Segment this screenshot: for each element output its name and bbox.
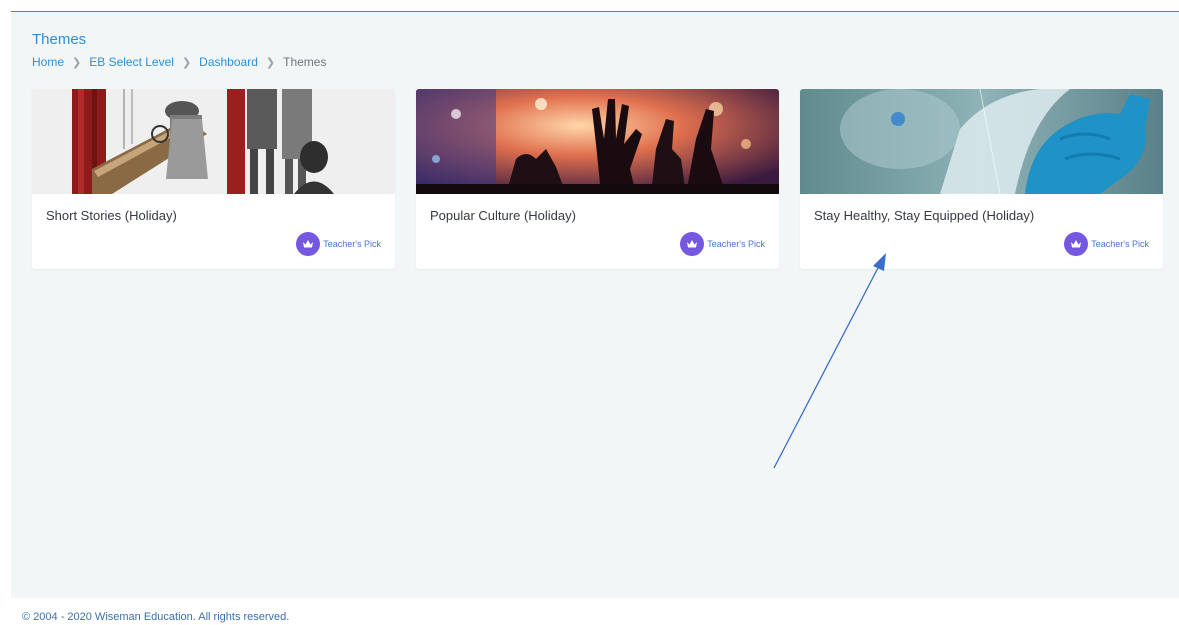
breadcrumb-eb-select-level[interactable]: EB Select Level (89, 55, 174, 69)
card-title: Stay Healthy, Stay Equipped (Holiday) (814, 208, 1035, 223)
crown-icon (1064, 232, 1089, 256)
teachers-pick-badge: Teacher's Pick (296, 232, 381, 256)
teachers-pick-badge: Teacher's Pick (680, 232, 765, 256)
chevron-right-icon: ❯ (72, 56, 82, 69)
protective-equipment-image (800, 89, 1163, 194)
card-title: Short Stories (Holiday) (46, 208, 177, 223)
breadcrumb: Home ❯ EB Select Level ❯ Dashboard ❯ The… (32, 55, 326, 69)
crown-icon (296, 232, 321, 256)
chevron-right-icon: ❯ (181, 56, 192, 69)
breadcrumb-home[interactable]: Home (32, 55, 64, 69)
detective-sketch-image (32, 89, 395, 194)
page-title: Themes (32, 31, 87, 48)
theme-card-stay-healthy[interactable]: Stay Healthy, Stay Equipped (Holiday) Te… (800, 89, 1163, 269)
teachers-pick-label: Teacher's Pick (1091, 239, 1149, 249)
crown-icon (680, 232, 705, 256)
page: Themes Home ❯ EB Select Level ❯ Dashboar… (0, 0, 1179, 625)
footer-copyright: © 2004 - 2020 Wiseman Education. All rig… (22, 611, 290, 623)
teachers-pick-badge: Teacher's Pick (1064, 232, 1149, 256)
theme-card-short-stories[interactable]: Short Stories (Holiday) Teacher's Pick (32, 89, 395, 269)
theme-card-popular-culture[interactable]: Popular Culture (Holiday) Teacher's Pick (416, 89, 779, 269)
breadcrumb-current: Themes (283, 55, 327, 69)
concert-crowd-image (416, 89, 779, 194)
chevron-right-icon: ❯ (265, 56, 276, 69)
teachers-pick-label: Teacher's Pick (707, 239, 765, 249)
teachers-pick-label: Teacher's Pick (323, 239, 381, 249)
breadcrumb-dashboard[interactable]: Dashboard (199, 55, 258, 69)
card-title: Popular Culture (Holiday) (430, 208, 576, 223)
main-content: Themes Home ❯ EB Select Level ❯ Dashboar… (11, 11, 1179, 598)
